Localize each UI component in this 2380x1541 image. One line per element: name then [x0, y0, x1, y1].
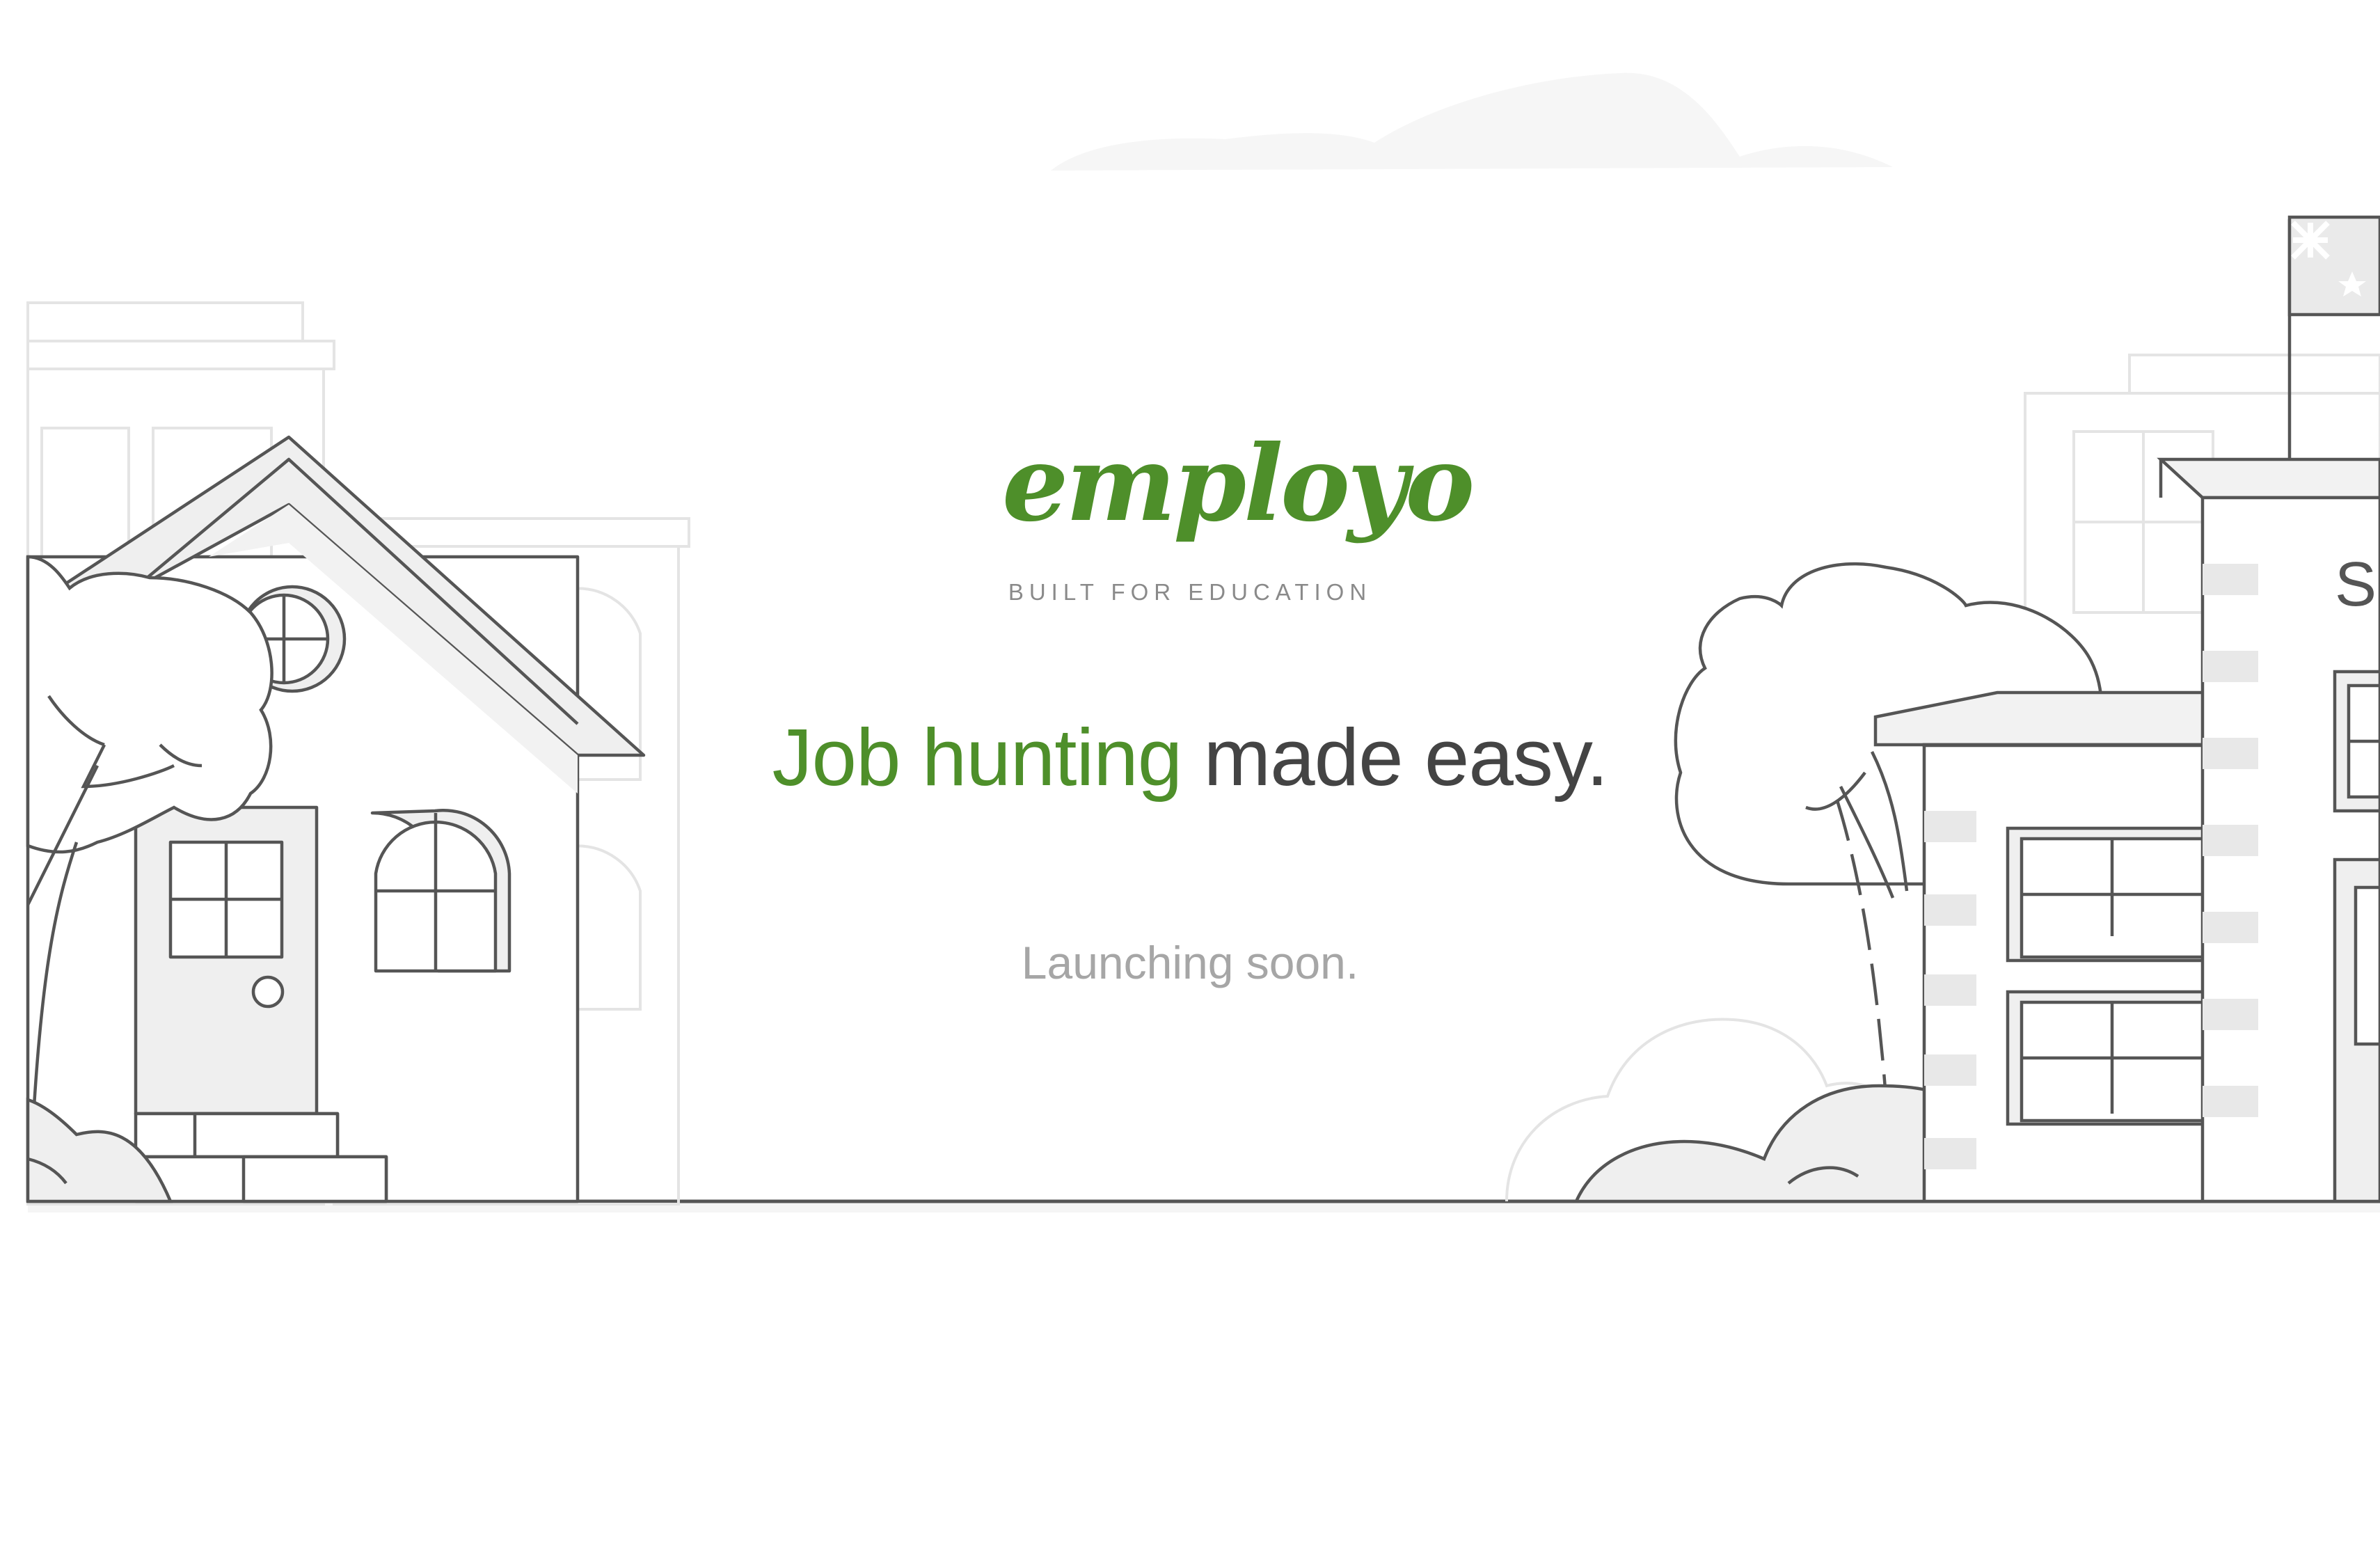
- brand-tagline: BUILT FOR EDUCATION: [1008, 579, 1372, 605]
- launch-status-text: Launching soon.: [1021, 937, 1359, 988]
- headline-rest: made easy.: [1182, 712, 1608, 803]
- brand-logo[interactable]: employo: [1002, 432, 1475, 536]
- headline: Job hunting made easy.: [696, 717, 1684, 798]
- headline-accent: Job hunting: [772, 712, 1182, 803]
- hero-content: employo BUILT FOR EDUCATION Job hunting …: [0, 0, 2380, 1541]
